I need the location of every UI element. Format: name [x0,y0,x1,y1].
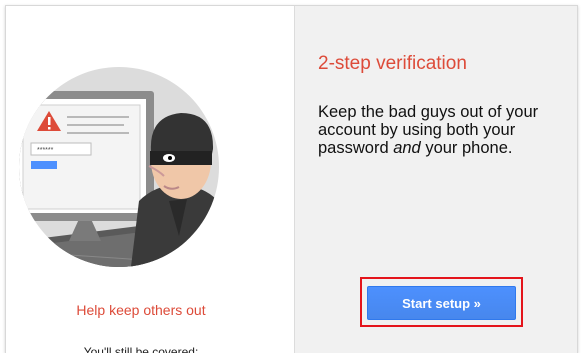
help-caption: Help keep others out [76,302,206,318]
verification-card: ****** Help keep others out You'll still… [5,5,578,353]
burglar-illustration: ****** [19,67,219,267]
start-setup-button[interactable]: Start setup » [367,286,516,320]
description-text-2: your phone. [420,139,513,157]
right-panel: 2-step verification Keep the bad guys ou… [295,6,577,353]
description-emphasis: and [393,139,421,157]
description: Keep the bad guys out of your account by… [318,103,577,157]
password-mask: ****** [37,147,54,154]
monitor-icon: ****** [19,91,154,241]
left-panel: ****** Help keep others out You'll still… [6,6,294,353]
panel-title: 2-step verification [318,53,467,74]
